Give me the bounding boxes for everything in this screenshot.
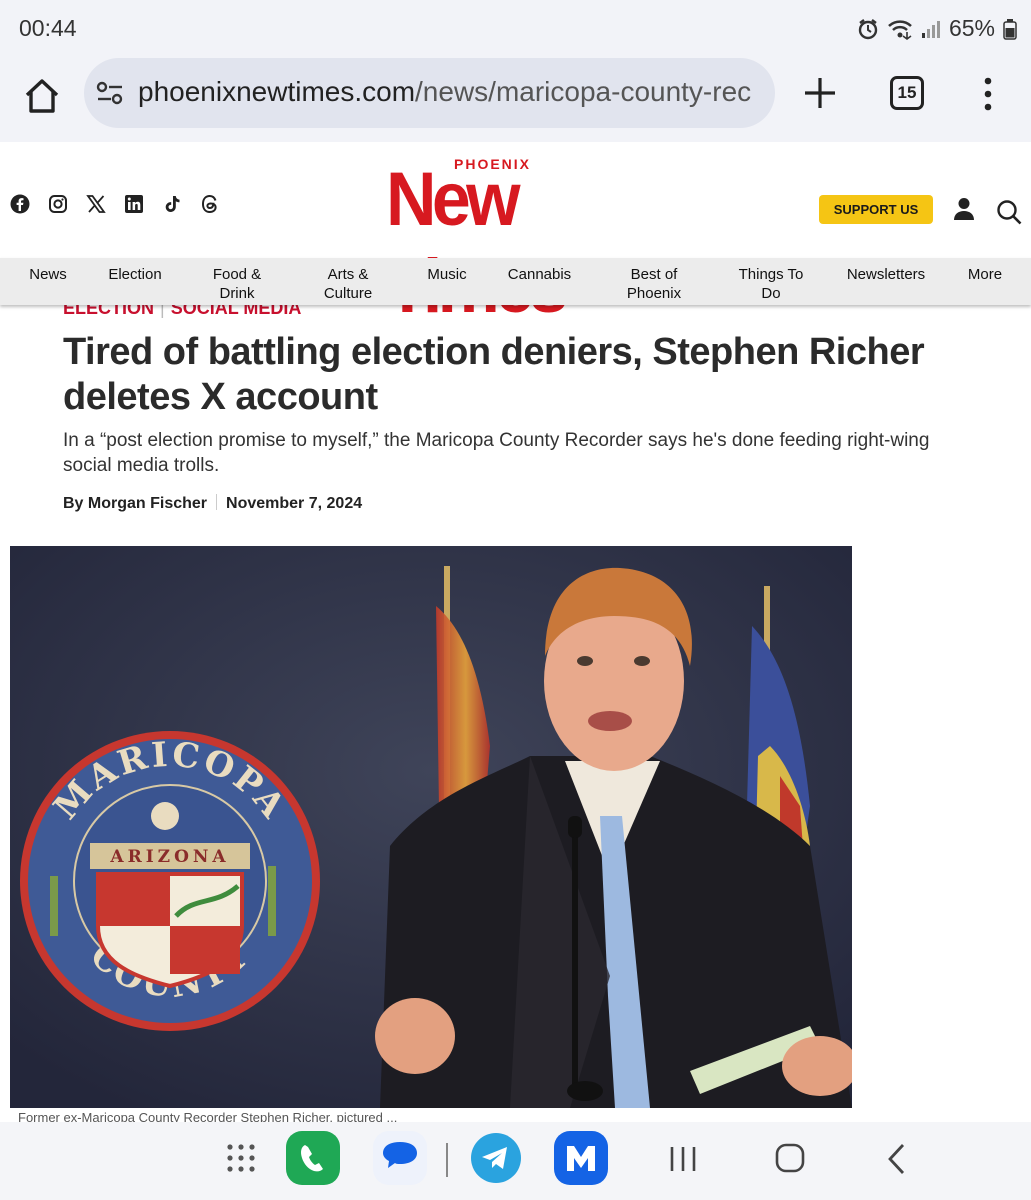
facebook-icon[interactable]: [10, 194, 30, 214]
nav-item-news[interactable]: News: [22, 265, 74, 284]
signal-icon: [921, 20, 940, 38]
status-time: 00:44: [19, 15, 77, 41]
wifi-icon: [888, 19, 912, 40]
photo-caption: Former ex-Maricopa County Recorder Steph…: [18, 1110, 398, 1122]
recents-icon[interactable]: [668, 1144, 698, 1174]
user-account-icon[interactable]: [953, 197, 975, 221]
nav-item-newsletters[interactable]: Newsletters: [840, 265, 932, 284]
m-app-icon[interactable]: [554, 1131, 608, 1185]
battery-icon: [1003, 18, 1017, 40]
messages-app-icon[interactable]: [373, 1131, 427, 1185]
tab-switcher-button[interactable]: 15: [890, 76, 924, 110]
threads-icon[interactable]: [200, 194, 220, 214]
nav-item-more[interactable]: More: [962, 265, 1008, 284]
dock-divider: [446, 1143, 448, 1177]
county-seal: MARICOPA COUNTY ARIZONA: [20, 731, 320, 1031]
nav-item-music[interactable]: Music: [420, 265, 474, 284]
logo-small-text: PHOENIX: [454, 156, 532, 172]
social-links: [10, 194, 220, 214]
home-icon[interactable]: [22, 76, 62, 116]
phone-app-icon[interactable]: [286, 1131, 340, 1185]
tiktok-icon[interactable]: [162, 194, 182, 214]
nav-item-cannabis[interactable]: Cannabis: [502, 265, 577, 284]
nav-item-things-to-do[interactable]: Things To Do: [732, 265, 810, 303]
author-name[interactable]: By Morgan Fischer: [63, 495, 207, 512]
support-us-button[interactable]: SUPPORT US: [819, 195, 933, 224]
photo-illustration: MARICOPA COUNTY ARIZONA: [10, 546, 852, 1108]
url-domain: phoenixnewtimes.com: [138, 76, 416, 107]
article-headline: Tired of battling election deniers, Step…: [63, 331, 925, 418]
battery-percent: 65%: [948, 15, 995, 41]
main-nav: News Election Food & Drink Arts & Cultur…: [0, 258, 1031, 305]
browser-toolbar: phoenixnewtimes.com/news/maricopa-county…: [0, 58, 1031, 142]
url-path: /news/maricopa-county-rec: [415, 76, 752, 107]
status-icons: 65%: [857, 15, 1017, 42]
url-text[interactable]: phoenixnewtimes.com/news/maricopa-county…: [138, 76, 768, 108]
site-header: New Times PHOENIX SUPPORT US: [0, 142, 1031, 329]
byline-divider: [216, 494, 218, 510]
seal-text-middle: ARIZONA: [109, 847, 229, 867]
nav-item-arts-culture[interactable]: Arts & Culture: [314, 265, 382, 303]
site-logo[interactable]: New Times PHOENIX: [386, 154, 666, 329]
site-settings-icon[interactable]: [96, 80, 124, 106]
nav-item-food-drink[interactable]: Food & Drink: [204, 265, 270, 303]
search-icon[interactable]: [996, 199, 1022, 225]
telegram-app-icon[interactable]: [469, 1131, 523, 1185]
publish-date: November 7, 2024: [226, 495, 363, 512]
new-tab-icon[interactable]: [802, 75, 838, 111]
alarm-icon: [858, 18, 878, 39]
nav-item-election[interactable]: Election: [101, 265, 169, 284]
linkedin-icon[interactable]: [124, 194, 144, 214]
back-icon[interactable]: [885, 1143, 909, 1175]
overflow-menu-icon[interactable]: [980, 76, 996, 112]
android-bottom-bar: [0, 1122, 1031, 1200]
apps-grid-icon[interactable]: [226, 1143, 256, 1173]
byline: By Morgan Fischer November 7, 2024: [63, 494, 362, 513]
x-icon[interactable]: [86, 194, 106, 214]
article-photo[interactable]: MARICOPA COUNTY ARIZONA: [10, 546, 852, 1108]
address-bar[interactable]: phoenixnewtimes.com/news/maricopa-county…: [84, 58, 775, 128]
nav-item-best-of-phoenix[interactable]: Best of Phoenix: [620, 265, 688, 303]
status-bar: 00:44 65%: [0, 0, 1031, 58]
home-button-icon[interactable]: [775, 1143, 805, 1173]
article-dek: In a “post election promise to myself,” …: [63, 430, 930, 476]
instagram-icon[interactable]: [48, 194, 68, 214]
